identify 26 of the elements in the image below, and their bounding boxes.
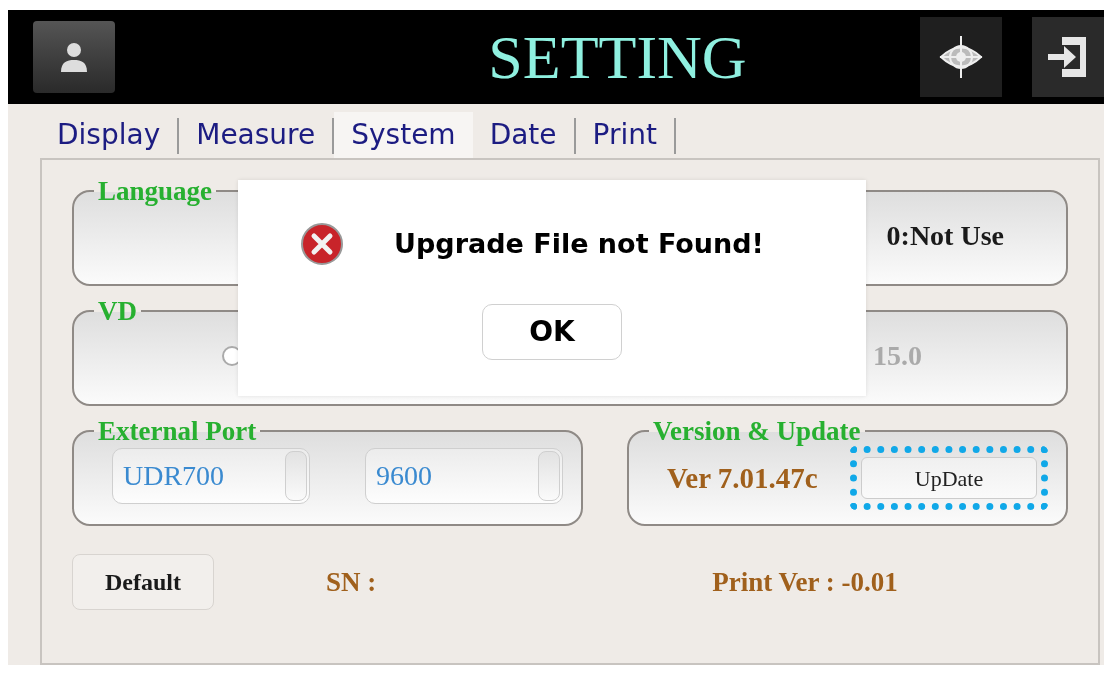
vd-value: 15.0 [873, 339, 922, 374]
target-button[interactable] [920, 17, 1002, 98]
group-label: Version & Update [652, 416, 862, 447]
version-text: Ver 7.01.47c [667, 460, 818, 496]
dialog-message: Upgrade File not Found! [394, 226, 764, 261]
update-button[interactable]: UpDate [861, 457, 1037, 500]
ok-button[interactable]: OK [482, 304, 622, 360]
tab[interactable]: Print [575, 112, 674, 159]
tab[interactable]: Date [472, 112, 574, 159]
serial-number-label: SN : [326, 566, 377, 600]
target-icon [938, 34, 984, 81]
user-button[interactable] [33, 21, 115, 94]
language-value: 0:Not Use [886, 219, 1004, 254]
tab[interactable]: Display [40, 112, 178, 159]
page-title: SETTING [488, 26, 747, 89]
group-label: External Port [97, 416, 258, 447]
group-label: VD [97, 296, 138, 327]
print-version: Print Ver : -0.01 [712, 566, 898, 600]
tab[interactable]: Measure [179, 112, 333, 159]
exit-button[interactable] [1032, 17, 1104, 98]
dropdown-handle[interactable] [285, 451, 307, 502]
dropdown-handle[interactable] [538, 451, 560, 502]
tab[interactable]: System [334, 112, 473, 159]
default-button[interactable]: Default [72, 554, 214, 611]
group-label: Language [97, 176, 214, 207]
error-icon [300, 222, 345, 266]
